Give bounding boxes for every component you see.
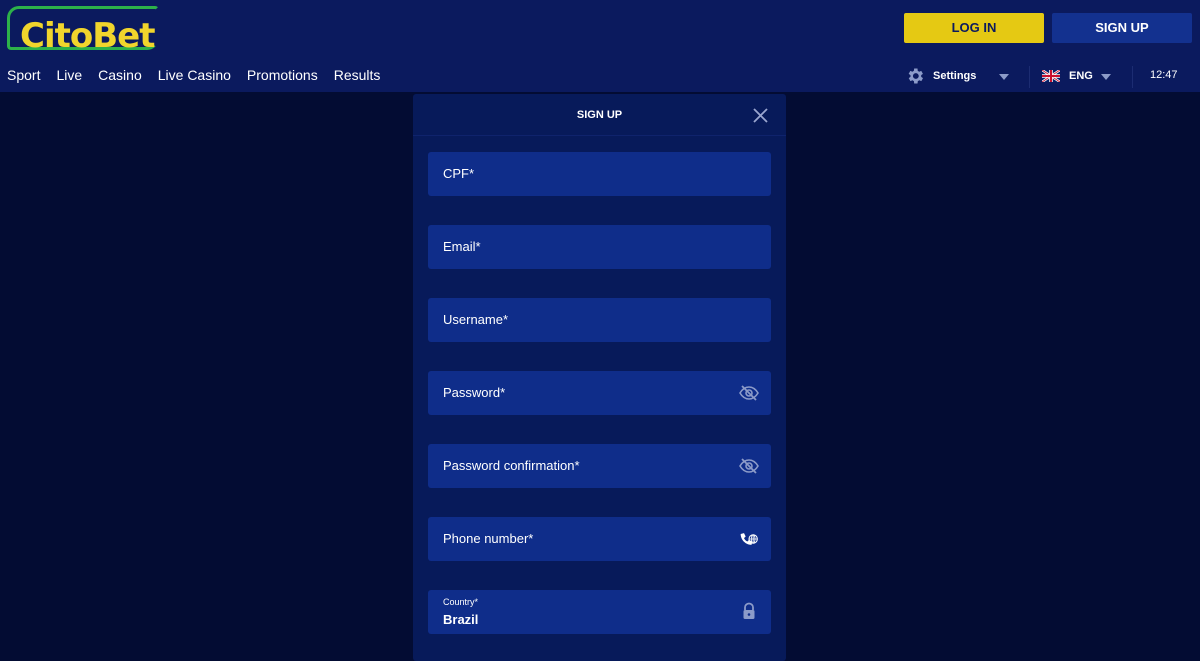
email-field[interactable]: Email*: [428, 225, 771, 269]
cpf-field[interactable]: CPF*: [428, 152, 771, 196]
phone-number-label: Phone number*: [443, 531, 534, 546]
username-label: Username*: [443, 312, 509, 327]
divider: [1132, 66, 1133, 88]
country-value: Brazil: [443, 612, 479, 627]
settings-dropdown[interactable]: Settings: [905, 66, 976, 86]
eye-off-icon[interactable]: [739, 384, 759, 402]
lock-icon: [743, 602, 755, 619]
gear-icon: [908, 68, 923, 84]
login-button[interactable]: LOG IN: [904, 13, 1044, 43]
close-icon[interactable]: [753, 108, 768, 123]
phone-number-field[interactable]: Phone number*: [428, 517, 771, 561]
chevron-down-icon[interactable]: [1101, 74, 1111, 80]
email-label: Email*: [443, 239, 481, 254]
logo-text: CitoBet: [20, 16, 155, 56]
password-label: Password*: [443, 385, 506, 400]
modal-title: SIGN UP: [576, 109, 623, 121]
username-field[interactable]: Username*: [428, 298, 771, 342]
header: CitoBet Sport Live Casino Live Casino Pr…: [0, 0, 1200, 92]
signup-modal: SIGN UP CPF* Email* Username* Password* …: [413, 94, 786, 661]
nav-item-casino[interactable]: Casino: [91, 66, 151, 86]
nav-item-results[interactable]: Results: [327, 66, 390, 86]
cpf-label: CPF*: [443, 166, 475, 181]
password-confirmation-field[interactable]: Password confirmation*: [428, 444, 771, 488]
nav-item-sport[interactable]: Sport: [0, 66, 49, 86]
country-label: Country*: [443, 597, 479, 607]
signup-button[interactable]: SIGN UP: [1052, 13, 1192, 43]
phone-globe-icon[interactable]: [739, 530, 759, 548]
language-label: ENG: [1069, 70, 1093, 82]
settings-label: Settings: [933, 70, 977, 82]
password-confirmation-label: Password confirmation*: [443, 458, 580, 473]
eye-off-icon[interactable]: [739, 457, 759, 475]
nav-item-promotions[interactable]: Promotions: [240, 66, 327, 86]
nav-item-live-casino[interactable]: Live Casino: [151, 66, 240, 86]
nav-item-live[interactable]: Live: [49, 66, 91, 86]
language-dropdown[interactable]: ENG: [1042, 66, 1093, 86]
main-nav: Sport Live Casino Live Casino Promotions…: [0, 66, 389, 86]
clock: 12:47: [1150, 69, 1178, 81]
password-field[interactable]: Password*: [428, 371, 771, 415]
logo[interactable]: CitoBet: [7, 6, 159, 56]
divider: [1029, 66, 1030, 88]
chevron-down-icon[interactable]: [999, 74, 1009, 80]
uk-flag-icon: [1042, 70, 1060, 82]
modal-header: SIGN UP: [413, 94, 786, 136]
country-field[interactable]: Country* Brazil: [428, 590, 771, 634]
